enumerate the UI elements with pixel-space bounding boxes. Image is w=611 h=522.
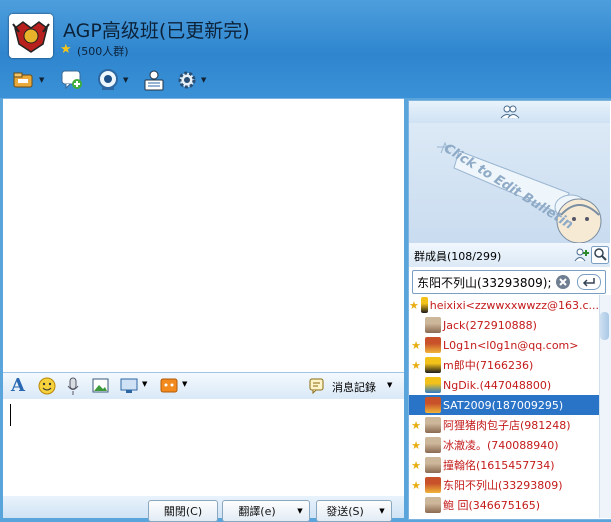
member-avatar-icon[interactable] (425, 397, 441, 413)
member-avatar-icon[interactable] (425, 317, 441, 333)
member-avatar-icon[interactable] (425, 457, 441, 473)
member-row[interactable]: ★ m郎中(7166236) (409, 355, 599, 375)
share-folder-button[interactable]: ▼ (12, 66, 44, 94)
search-members-icon[interactable] (591, 246, 609, 264)
member-row[interactable]: 鲍 回(346675165) (409, 495, 599, 515)
member-name: L0g1n<l0g1n@qq.com> (443, 338, 579, 352)
admin-star-icon: ★ (409, 298, 419, 312)
text-cursor (10, 404, 11, 426)
admin-star-icon: ★ (411, 418, 421, 432)
screenshot-dropdown-icon[interactable]: ▼ (142, 380, 147, 388)
close-button[interactable]: 關閉(C) (148, 500, 218, 522)
screenshot-icon[interactable] (120, 377, 140, 395)
input-toolbar: A ▼ ▼ 消息記錄 ▼ (3, 372, 404, 400)
member-name: SAT2009(187009295) (443, 398, 564, 412)
group-settings-button[interactable]: ▼ (176, 66, 206, 94)
member-avatar-icon[interactable] (425, 437, 441, 453)
video-chat-button[interactable]: ▼ (96, 66, 128, 94)
member-search-input[interactable]: 东阳不列山(33293809); (417, 274, 552, 291)
history-dropdown-icon[interactable]: ▼ (387, 381, 392, 389)
member-row[interactable]: ★ L0g1n<l0g1n@qq.com> (409, 335, 599, 355)
admin-star-icon: ★ (411, 338, 421, 352)
member-avatar-icon[interactable] (425, 377, 441, 393)
history-icon[interactable] (309, 378, 325, 394)
admin-star-icon: ★ (411, 458, 421, 472)
bulletin-board[interactable]: Click to Edit Bulletin (409, 123, 610, 243)
group-card-button[interactable] (142, 66, 166, 94)
admin-star-icon: ★ (411, 478, 421, 492)
add-member-icon[interactable] (573, 247, 589, 263)
member-count-label: 群成員(108/299) (414, 250, 502, 263)
star-icon: ★ (60, 42, 72, 57)
group-title: AGP高级班(已更新完) (63, 20, 250, 42)
member-name: m郎中(7166236) (443, 359, 534, 372)
member-list[interactable]: ★ heixixi<zzwwxxwwzz@163.c... Jack(2729108… (409, 295, 599, 518)
translate-button[interactable]: 翻譯(e) (222, 500, 292, 522)
scrollbar-thumb[interactable] (600, 312, 609, 340)
member-avatar-icon[interactable] (425, 357, 441, 373)
enter-icon[interactable] (577, 274, 601, 290)
member-name: NgDik.(447048800) (443, 378, 552, 392)
member-name: 冰澈凌。(740088940) (443, 439, 559, 452)
member-name: 撞翰佲(1615457734) (443, 459, 555, 472)
group-logo[interactable] (9, 14, 53, 58)
admin-star-icon: ★ (411, 438, 421, 452)
send-options-dropdown-icon[interactable]: ▼ (373, 500, 392, 522)
magic-expression-icon[interactable] (160, 377, 180, 395)
new-discussion-button[interactable] (60, 66, 84, 94)
member-avatar-icon[interactable] (420, 297, 428, 313)
message-history-link[interactable]: 消息記錄 (332, 379, 376, 395)
member-avatar-icon[interactable] (425, 417, 441, 433)
member-row[interactable]: ★ 阿狸猪肉包子店(981248) (409, 415, 599, 435)
member-row[interactable]: Jack(272910888) (409, 315, 599, 335)
translate-dropdown-icon[interactable]: ▼ (291, 500, 310, 522)
member-name: heixixi<zzwwxxwwzz@163.c... (429, 298, 599, 312)
member-avatar-icon[interactable] (425, 497, 441, 513)
clear-search-icon[interactable] (555, 274, 571, 290)
member-name: 鲍 回(346675165) (443, 499, 541, 512)
font-icon[interactable]: A (11, 375, 25, 396)
voice-message-icon[interactable] (65, 376, 81, 396)
member-list-header: 群成員(108/299) (409, 243, 610, 267)
send-image-icon[interactable] (92, 378, 110, 394)
member-name: 阿狸猪肉包子店(981248) (443, 419, 571, 432)
chat-message-area[interactable] (3, 98, 404, 373)
member-row[interactable]: NgDik.(447048800) (409, 375, 599, 395)
member-search-box[interactable]: 东阳不列山(33293809); (412, 270, 606, 294)
send-button[interactable]: 發送(S) (316, 500, 374, 522)
folder-icon (13, 72, 33, 88)
member-row[interactable]: ★ 东阳不列山(33293809) (409, 475, 599, 495)
member-name: Jack(272910888) (443, 318, 537, 332)
member-row[interactable]: ★ 撞翰佲(1615457734) (409, 455, 599, 475)
expression-dropdown-icon[interactable]: ▼ (182, 380, 187, 388)
webcam-icon (98, 69, 118, 90)
member-row[interactable]: ★ 冰澈凌。(740088940) (409, 435, 599, 455)
group-members-icon[interactable] (500, 104, 520, 120)
message-input[interactable] (3, 399, 404, 496)
side-panel-header (409, 101, 610, 123)
group-size-label: (500人群) (77, 45, 129, 58)
member-avatar-icon[interactable] (425, 337, 441, 353)
admin-star-icon: ★ (411, 358, 421, 372)
member-name: 东阳不列山(33293809) (443, 479, 563, 492)
bulletin-mascot-icon (437, 141, 602, 243)
settings-gear-icon (178, 71, 196, 89)
top-toolbar: ▼ ▼ ▼ (0, 64, 260, 96)
emoji-icon[interactable] (38, 377, 56, 395)
chat-add-icon (61, 70, 82, 90)
group-avatar-icon (9, 14, 53, 58)
member-row[interactable]: ★ heixixi<zzwwxxwwzz@163.c... (409, 295, 599, 315)
member-row[interactable]: SAT2009(187009295) (409, 395, 599, 415)
member-avatar-icon[interactable] (425, 477, 441, 493)
member-card-icon (144, 70, 164, 91)
